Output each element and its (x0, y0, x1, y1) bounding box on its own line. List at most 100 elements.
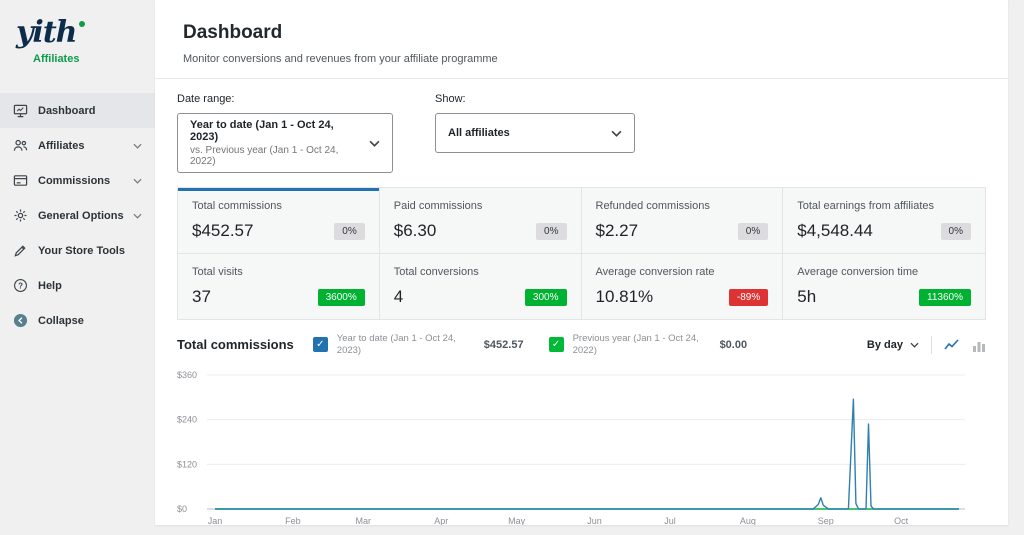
sidebar-item-affiliates[interactable]: Affiliates (0, 128, 155, 163)
page-title: Dashboard (183, 22, 283, 43)
chevron-down-icon (611, 124, 622, 142)
stat-value: $4,548.44 (797, 221, 873, 240)
svg-text:May: May (508, 516, 526, 525)
collapse-icon (13, 313, 29, 328)
line-chart-icon[interactable] (944, 338, 960, 352)
stat-value: 5h (797, 287, 817, 306)
series-checkbox-current[interactable]: ✓ (312, 337, 328, 353)
stat-total-earnings[interactable]: Total earnings from affiliates $4,548.44… (783, 188, 985, 254)
logo-text: yith (16, 15, 77, 50)
sidebar-item-dashboard[interactable]: Dashboard (0, 93, 155, 128)
svg-text:Jul: Jul (664, 516, 676, 525)
sidebar-item-label: Dashboard (38, 104, 96, 117)
show-dropdown[interactable]: All affiliates (435, 113, 635, 153)
stat-value: $2.27 (595, 221, 639, 240)
series-amount-current: $452.57 (483, 338, 524, 351)
divider (931, 335, 932, 354)
svg-text:Feb: Feb (285, 516, 301, 525)
series-checkbox-previous[interactable]: ✓ (548, 337, 564, 353)
stat-value: $452.57 (192, 221, 254, 240)
date-range-filter: Date range: Year to date (Jan 1 - Oct 24… (177, 93, 393, 173)
commissions-line-chart[interactable]: $0$120$240$360Jan2023FebMarAprMayJunJulA… (167, 361, 979, 525)
gear-icon (13, 208, 29, 223)
svg-text:Jun: Jun (587, 516, 602, 525)
svg-text:?: ? (18, 281, 23, 290)
sidebar-item-help[interactable]: ? Help (0, 268, 155, 303)
chart-controls: By day (867, 335, 986, 354)
chart-header: Total commissions ✓ Year to date (Jan 1 … (177, 320, 986, 359)
svg-text:Oct: Oct (894, 516, 909, 525)
date-range-label: Date range: (177, 93, 235, 105)
stat-total-commissions[interactable]: Total commissions $452.57 0% (178, 188, 380, 254)
date-range-dropdown[interactable]: Year to date (Jan 1 - Oct 24, 2023) vs. … (177, 113, 393, 173)
svg-text:Jan: Jan (208, 516, 223, 525)
status-badge: 0% (334, 222, 365, 240)
chevron-down-icon (133, 178, 142, 184)
status-badge: 0% (737, 222, 769, 240)
stat-refunded-commissions[interactable]: Refunded commissions $2.27 0% (581, 188, 784, 254)
svg-text:Sep: Sep (818, 516, 834, 525)
stat-label: Total conversions (393, 266, 479, 278)
sidebar-item-commissions[interactable]: Commissions (0, 163, 155, 198)
stat-label: Refunded commissions (595, 200, 710, 212)
commissions-icon (13, 173, 29, 188)
stat-value: 10.81% (595, 287, 654, 306)
show-value: All affiliates (448, 127, 510, 139)
sidebar-nav: Dashboard Affiliates Commissions General… (0, 93, 155, 338)
brand-block: yith Affiliates (0, 12, 155, 65)
series-label-previous: Previous year (Jan 1 - Oct 24, 2022) (572, 333, 699, 356)
sidebar-item-label: Help (38, 279, 62, 292)
stat-total-visits[interactable]: Total visits 37 3600% (178, 254, 380, 319)
filters-bar: Date range: Year to date (Jan 1 - Oct 24… (155, 79, 1008, 173)
sidebar-item-label: Your Store Tools (38, 244, 125, 257)
date-range-compare: vs. Previous year (Jan 1 - Oct 24, 2022) (190, 145, 339, 167)
dashboard-icon (13, 103, 29, 118)
stat-total-conversions[interactable]: Total conversions 4 300% (380, 254, 582, 319)
interval-value: By day (866, 338, 903, 351)
stat-label: Total earnings from affiliates (797, 200, 935, 212)
yith-logo[interactable]: yith (16, 18, 139, 48)
sidebar-item-your-store-tools[interactable]: Your Store Tools (0, 233, 155, 268)
status-badge: -89% (728, 288, 769, 306)
show-label: Show: (435, 93, 466, 105)
status-badge: 0% (940, 222, 971, 240)
chart-title: Total commissions (177, 337, 294, 353)
main-panel: Dashboard Monitor conversions and revenu… (155, 0, 1008, 525)
series-label-current: Year to date (Jan 1 - Oct 24, 2023) (336, 333, 456, 356)
date-range-value: Year to date (Jan 1 - Oct 24, 2023) (190, 119, 334, 143)
bar-chart-icon[interactable] (972, 338, 986, 352)
sidebar: yith Affiliates Dashboard Affiliates Com… (0, 0, 155, 535)
svg-text:$360: $360 (177, 370, 197, 380)
stats-grid: Total commissions $452.57 0% Paid commiss… (177, 187, 986, 320)
stat-paid-commissions[interactable]: Paid commissions $6.30 0% (379, 188, 582, 254)
app-root: yith Affiliates Dashboard Affiliates Com… (0, 0, 1024, 535)
stat-label: Total commissions (192, 200, 282, 212)
stat-value: 37 (192, 287, 211, 306)
svg-text:Aug: Aug (740, 516, 756, 525)
sidebar-item-general-options[interactable]: General Options (0, 198, 155, 233)
svg-text:$240: $240 (177, 414, 197, 424)
stat-value: 4 (393, 287, 404, 306)
status-badge: 0% (536, 222, 567, 240)
stat-avg-conversion-rate[interactable]: Average conversion rate 10.81% -89% (582, 254, 784, 319)
svg-text:Mar: Mar (356, 516, 372, 525)
sidebar-item-label: General Options (38, 209, 124, 222)
logo-green-dot-icon (78, 21, 85, 27)
store-tools-icon (13, 243, 29, 258)
chevron-down-icon (133, 143, 142, 149)
sidebar-item-collapse[interactable]: Collapse (0, 303, 155, 338)
stat-value: $6.30 (393, 221, 437, 240)
stat-label: Average conversion time (797, 266, 919, 278)
page-header: Dashboard Monitor conversions and revenu… (155, 0, 1008, 79)
chevron-down-icon (133, 213, 142, 219)
status-badge: 3600% (317, 288, 365, 306)
series-amount-previous: $0.00 (719, 338, 748, 351)
chart-area[interactable]: $0$120$240$360Jan2023FebMarAprMayJunJulA… (155, 359, 1008, 525)
status-badge: 300% (524, 288, 567, 306)
stat-avg-conversion-time[interactable]: Average conversion time 5h 11360% (783, 254, 985, 319)
svg-text:$120: $120 (177, 459, 197, 469)
show-filter: Show: All affiliates (435, 93, 635, 173)
interval-dropdown[interactable]: By day (867, 339, 919, 351)
stat-label: Total visits (192, 266, 243, 278)
chevron-down-icon (369, 134, 380, 152)
